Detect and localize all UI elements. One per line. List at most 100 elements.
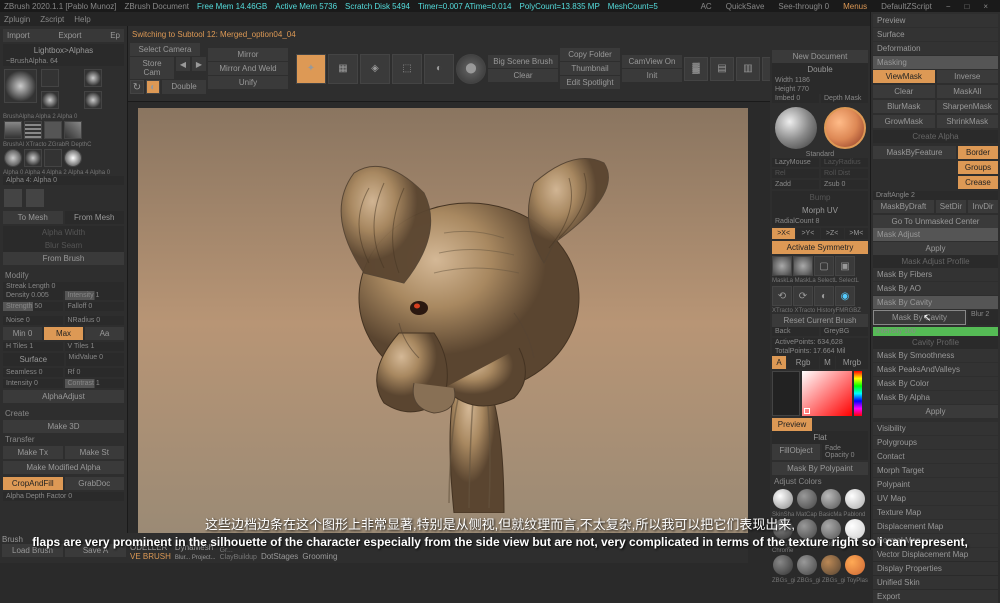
maximize-icon[interactable]: □ (964, 2, 969, 11)
import-button[interactable]: Import (7, 31, 30, 40)
preview-button[interactable]: Preview (772, 418, 812, 431)
polygroups-section[interactable]: Polygroups (873, 436, 998, 449)
cavityprofile-button[interactable]: Cavity Profile (873, 336, 998, 349)
morphuv-button[interactable]: Morph UV (772, 204, 868, 217)
height-slider[interactable]: Height 770 (772, 85, 868, 94)
reset-icon[interactable]: ↻ (130, 80, 144, 94)
surface-button[interactable]: Surface (3, 353, 64, 366)
cropfill-button[interactable]: CropAndFill (3, 477, 63, 490)
xtractor-icon-1[interactable]: ⟲ (772, 286, 792, 306)
imbed-slider[interactable]: Imbed 0 (772, 94, 819, 103)
mat-3[interactable] (821, 489, 841, 509)
density-slider[interactable]: Density 0.005 (3, 291, 63, 300)
blurmask-button[interactable]: BlurMask (873, 100, 935, 113)
makemodified-button[interactable]: Make Modified Alpha (3, 461, 124, 474)
alpha-grid-3[interactable] (64, 121, 82, 139)
makest-button[interactable]: Make St (65, 446, 125, 459)
crease-button[interactable]: Crease (958, 176, 998, 189)
shrinkmask-button[interactable]: ShrinkMask (937, 115, 999, 128)
mat-2[interactable] (797, 489, 817, 509)
color-swatch-black[interactable] (772, 371, 800, 416)
xtractor-icon-3[interactable]: ◐ (814, 286, 834, 306)
blur2-slider[interactable]: Blur 2 (968, 310, 998, 325)
prev-icon[interactable]: ◀ (176, 57, 190, 71)
icon-1[interactable]: ▓ (684, 57, 708, 81)
alphadepth-slider[interactable]: Alpha Depth Factor 0 (3, 492, 124, 501)
hue-slider[interactable] (854, 371, 862, 416)
double-button[interactable]: Double (162, 80, 206, 94)
unify-button[interactable]: Unify (208, 76, 288, 89)
fadeopacity-slider[interactable]: Fade Opacity 0 (822, 444, 868, 460)
mat-4[interactable] (845, 489, 865, 509)
alpha-grid-5[interactable] (24, 149, 42, 167)
setdir-button[interactable]: SetDir (936, 200, 966, 213)
maskbycolor-button[interactable]: Mask By Color (873, 377, 998, 390)
brush-icon-2[interactable] (793, 256, 813, 276)
newdoc-button[interactable]: New Document (772, 50, 868, 63)
mat-9[interactable] (773, 555, 793, 575)
deformation-section[interactable]: Deformation (873, 42, 998, 55)
tab-grooming[interactable]: Grooming (302, 552, 337, 561)
mirrorweld-button[interactable]: Mirror And Weld (208, 62, 288, 75)
frommesh-icon[interactable] (26, 189, 44, 207)
maskbycavity-header[interactable]: Mask By Cavity (873, 296, 998, 309)
noise-slider[interactable]: Noise 0 (3, 316, 63, 325)
vectordisplace-section[interactable]: Vector Displacement Map (873, 548, 998, 561)
alpha-thumb-2[interactable] (84, 91, 102, 109)
fillobject-button[interactable]: FillObject (772, 444, 820, 460)
brush-icon-4[interactable]: ▣ (835, 256, 855, 276)
alpha-thumb-0[interactable] (41, 91, 59, 109)
make3d-button[interactable]: Make 3D (3, 420, 124, 433)
alpha-main-thumb[interactable] (4, 69, 37, 103)
sharpenmask-button[interactable]: SharpenMask (937, 100, 999, 113)
alpha-grid-7[interactable] (64, 149, 82, 167)
back-button[interactable]: Back (772, 327, 819, 336)
sym-z[interactable]: >Z< (821, 228, 844, 239)
xtractor-icon-2[interactable]: ⟳ (793, 286, 813, 306)
m-button[interactable]: M (820, 356, 835, 369)
maskpoly-button[interactable]: Mask By Polypaint (772, 462, 868, 475)
maskbyao-button[interactable]: Mask By AO (873, 282, 998, 295)
zsub-slider[interactable]: Zsub 0 (821, 180, 868, 189)
maskbysmooth-button[interactable]: Mask By Smoothness (873, 349, 998, 362)
groups-button[interactable]: Groups (958, 161, 998, 174)
surface-section[interactable]: Surface (873, 28, 998, 41)
copyfolder-button[interactable]: Copy Folder (560, 48, 620, 61)
seamless-slider[interactable]: Seamless 0 (3, 368, 63, 377)
streak-slider[interactable]: Streak Length 0 (3, 282, 124, 291)
contact-section[interactable]: Contact (873, 450, 998, 463)
brush-icon-1[interactable] (772, 256, 792, 276)
init-button[interactable]: Init (622, 69, 682, 82)
tab-dotstages[interactable]: DotStages (261, 552, 298, 561)
flat-button[interactable]: Flat (772, 431, 868, 444)
masking-section[interactable]: Masking (873, 56, 998, 69)
invdir-button[interactable]: InvDir (968, 200, 998, 213)
polypaint-section[interactable]: Polypaint (873, 478, 998, 491)
export-section[interactable]: Export (873, 590, 998, 603)
apply2-button[interactable]: Apply (873, 405, 998, 418)
alpha-grid-0[interactable] (4, 121, 22, 139)
a-button[interactable]: A (772, 356, 786, 369)
xtractor-icon-4[interactable]: ◉ (835, 286, 855, 306)
close-icon[interactable]: × (983, 2, 988, 11)
mat-11[interactable] (821, 555, 841, 575)
midvalue-slider[interactable]: MidValue 0 (66, 353, 125, 366)
viewport[interactable] (138, 108, 748, 538)
alpha-grid-2[interactable] (44, 121, 62, 139)
alpha-grid-1[interactable] (24, 121, 42, 139)
intensity-slider[interactable]: Intensity 1 (65, 291, 125, 300)
mat-1[interactable] (773, 489, 793, 509)
rf-slider[interactable]: Rf 0 (65, 368, 125, 377)
aa-button[interactable]: Aa (85, 327, 124, 340)
alpha-grid-6[interactable] (44, 149, 62, 167)
lightbox-alphas[interactable]: Lightbox>Alphas (3, 44, 124, 57)
sym-x[interactable]: >X< (772, 228, 795, 239)
inverse-button[interactable]: Inverse (937, 70, 999, 83)
frombrush-button[interactable]: From Brush (3, 252, 124, 265)
editspot-button[interactable]: Edit Spotlight (560, 76, 620, 89)
menu-zplugin[interactable]: Zplugin (4, 15, 30, 24)
material-sphere[interactable] (775, 107, 817, 149)
clear-button[interactable]: Clear (488, 69, 558, 82)
vtiles-slider[interactable]: V Tiles 1 (65, 342, 125, 351)
intensity100-slider[interactable]: Intensity 100 (873, 327, 998, 336)
